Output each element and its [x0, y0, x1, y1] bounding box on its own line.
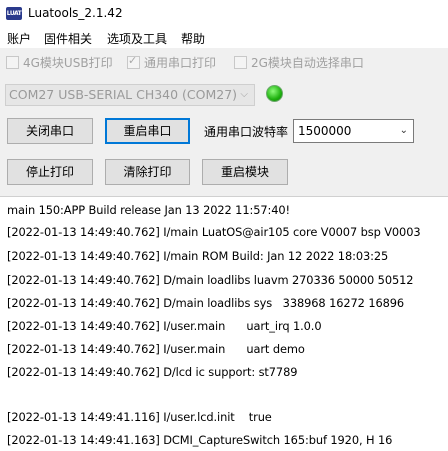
title-bar: LUAT Luatools_2.1.42 — [0, 0, 448, 28]
app-logo-icon: LUAT — [6, 7, 22, 20]
checkbox-box — [6, 56, 19, 69]
clear-print-button[interactable]: 清除打印 — [105, 159, 190, 185]
serial-print-label: 通用串口打印 — [144, 56, 217, 70]
chevron-down-icon: ⌄ — [399, 125, 408, 136]
log-line: main 150:APP Build release Jan 13 2022 1… — [7, 203, 291, 217]
log-line: [2022-01-13 14:49:40.762] I/user.main ua… — [7, 319, 322, 333]
checkbox-box-checked — [127, 54, 140, 69]
log-line: [2022-01-13 14:49:40.762] D/main loadlib… — [7, 296, 405, 310]
log-line: [2022-01-13 14:49:40.762] I/main LuatOS@… — [7, 225, 421, 239]
usb-print-label: 4G模块USB打印 — [23, 56, 113, 70]
log-line: [2022-01-13 14:49:41.163] DCMI_CaptureSw… — [7, 433, 393, 447]
auto-select-port-label: 2G模块自动选择串口 — [251, 56, 364, 70]
log-line: [2022-01-13 14:49:40.762] I/user.main ua… — [7, 342, 305, 356]
log-line: [2022-01-13 14:49:40.762] I/main ROM Bui… — [7, 249, 389, 263]
port-select[interactable]: COM27 USB-SERIAL CH340 (COM27) ⌵ — [5, 84, 255, 106]
restart-port-button[interactable]: 重启串口 — [105, 118, 190, 144]
log-output[interactable]: main 150:APP Build release Jan 13 2022 1… — [0, 196, 448, 451]
connection-status-led-icon — [266, 85, 283, 102]
log-line: [2022-01-13 14:49:40.762] D/lcd ic suppo… — [7, 365, 298, 379]
baud-rate-label: 通用串口波特率 — [204, 125, 289, 139]
baud-rate-value: 1500000 — [298, 124, 352, 138]
auto-select-port-checkbox[interactable]: 2G模块自动选择串口 — [234, 54, 364, 71]
menu-bar: 账户 固件相关 选项及工具 帮助 — [0, 28, 448, 48]
serial-print-checkbox[interactable]: 通用串口打印 — [127, 54, 216, 71]
stop-print-button[interactable]: 停止打印 — [7, 159, 93, 185]
close-port-button[interactable]: 关闭串口 — [7, 118, 93, 144]
chevron-down-icon: ⌵ — [240, 89, 248, 100]
baud-rate-select[interactable]: 1500000 ⌄ — [293, 119, 414, 143]
menu-account[interactable]: 账户 — [7, 30, 31, 47]
log-line: [2022-01-13 14:49:41.116] I/user.lcd.ini… — [7, 410, 272, 424]
checkbox-box — [234, 56, 247, 69]
port-select-value: COM27 USB-SERIAL CH340 (COM27) — [9, 87, 238, 102]
menu-help[interactable]: 帮助 — [181, 30, 205, 47]
log-line: [2022-01-13 14:49:40.762] D/main loadlib… — [7, 273, 414, 287]
usb-print-checkbox[interactable]: 4G模块USB打印 — [6, 54, 113, 71]
print-options: 4G模块USB打印 通用串口打印 2G模块自动选择串口 — [0, 50, 448, 72]
menu-options-tools[interactable]: 选项及工具 — [107, 30, 167, 47]
window-title: Luatools_2.1.42 — [28, 6, 123, 20]
menu-firmware[interactable]: 固件相关 — [44, 30, 92, 47]
restart-module-button[interactable]: 重启模块 — [202, 159, 288, 185]
